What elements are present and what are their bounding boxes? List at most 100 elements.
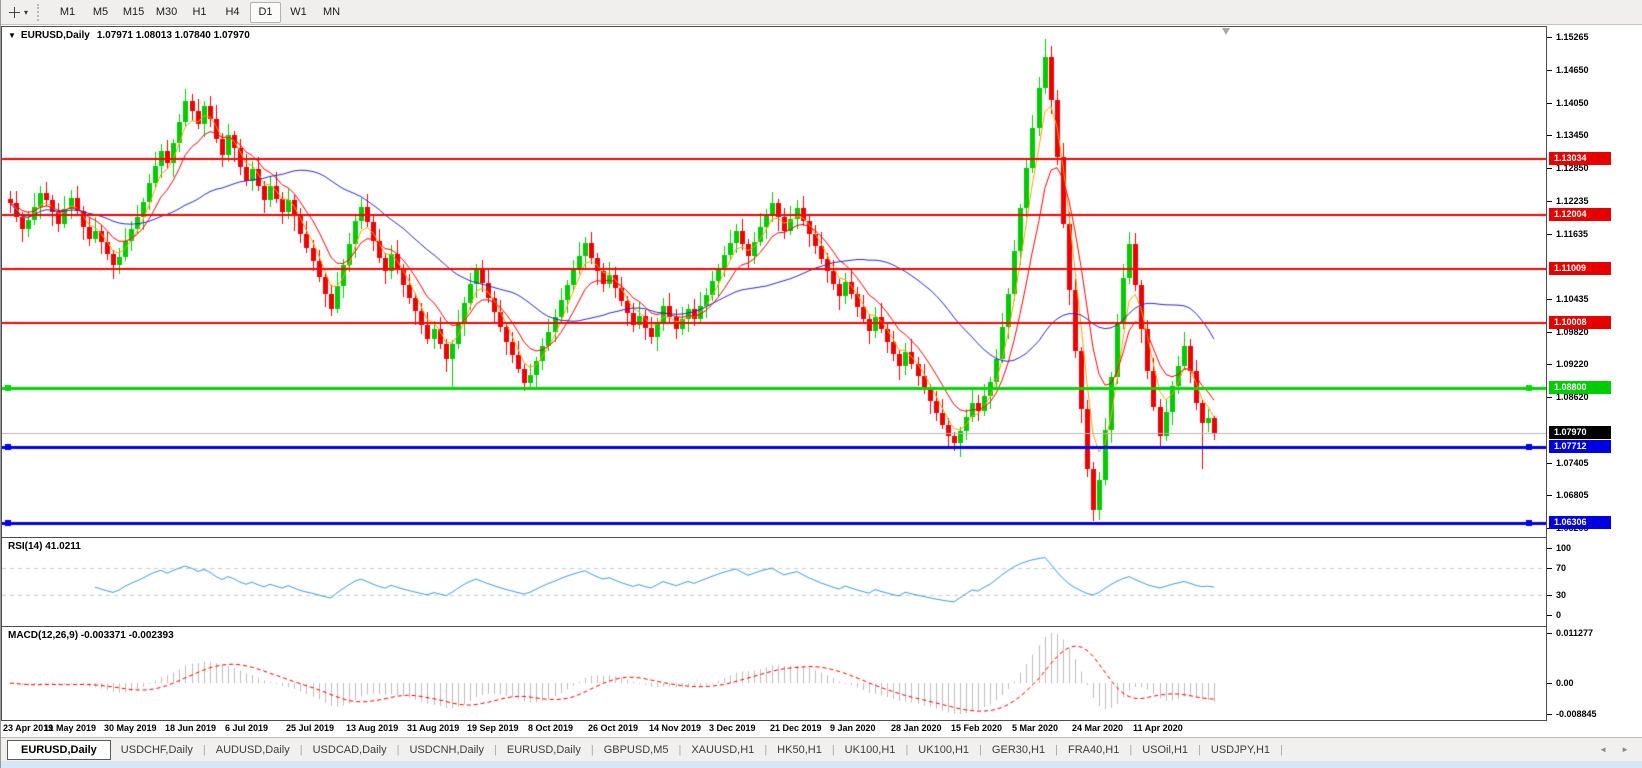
date-label: 6 Jul 2019 <box>225 723 268 733</box>
price-level-badge: 1.07712 <box>1549 440 1611 453</box>
axis-tick-label: 1.13450 <box>1556 130 1589 140</box>
axis-tick-label: 30 <box>1556 590 1566 600</box>
chart-tab-8[interactable]: HK50,H1 <box>767 741 832 759</box>
date-label: 18 Jun 2019 <box>165 723 216 733</box>
axis-tick-label: 0.00 <box>1556 678 1574 688</box>
axis-tick-mark <box>1547 633 1552 634</box>
chart-tab-14[interactable]: USDJPY,H1 <box>1201 741 1280 759</box>
crosshair-tool-button[interactable]: ▾ <box>5 4 31 21</box>
axis-tick-label: 1.15265 <box>1556 32 1589 42</box>
axis-tick-mark <box>1547 548 1552 549</box>
chart-tab-bar: EURUSD,DailyUSDCHF,Daily|AUDUSD,Daily|US… <box>1 737 1642 761</box>
axis-tick-mark <box>1547 299 1552 300</box>
axis-tick-mark <box>1547 234 1552 235</box>
macd-indicator-panel[interactable]: MACD(12,26,9) -0.003371 -0.002393 <box>1 626 1547 721</box>
tabs-scroll-left-icon[interactable]: ◄ <box>1599 745 1607 754</box>
timeframe-buttons: M1M5M15M30H1H4D1W1MN <box>51 0 348 24</box>
chart-tab-7[interactable]: XAUUSD,H1 <box>681 741 764 759</box>
chart-tab-4[interactable]: USDCNH,Daily <box>399 741 494 759</box>
axis-tick-label: 0 <box>1556 610 1561 620</box>
axis-tick-mark <box>1547 37 1552 38</box>
axis-tick-label: 1.11635 <box>1556 229 1588 239</box>
date-label: 24 Mar 2020 <box>1072 723 1123 733</box>
date-label: 13 Aug 2019 <box>346 723 398 733</box>
axis-tick-label: 1.14050 <box>1556 98 1589 108</box>
axis-tick-mark <box>1547 463 1552 464</box>
axis-tick-mark <box>1547 168 1552 169</box>
date-label: 31 Aug 2019 <box>407 723 459 733</box>
chart-tab-6[interactable]: GBPUSD,M5 <box>594 741 679 759</box>
toolbar-caret-icon[interactable]: ▾ <box>24 8 28 17</box>
crosshair-icon <box>8 6 21 19</box>
rsi-label: RSI(14) 41.0211 <box>8 541 81 552</box>
chart-tab-9[interactable]: UK100,H1 <box>835 741 906 759</box>
chart-shift-marker[interactable] <box>1222 28 1230 35</box>
rsi-canvas[interactable] <box>2 538 1546 626</box>
date-axis[interactable]: 23 Apr 201911 May 201930 May 201918 Jun … <box>1 721 1546 737</box>
timeframe-button-w1[interactable]: W1 <box>283 2 314 23</box>
date-label: 3 Dec 2019 <box>709 723 756 733</box>
chart-tab-12[interactable]: FRA40,H1 <box>1058 741 1129 759</box>
chart-tab-1[interactable]: USDCHF,Daily <box>111 741 203 759</box>
date-label: 30 May 2019 <box>104 723 157 733</box>
date-label: 15 Feb 2020 <box>951 723 1002 733</box>
date-label: 28 Jan 2020 <box>891 723 942 733</box>
chart-tab-13[interactable]: USOil,H1 <box>1132 741 1198 759</box>
chart-collapse-icon[interactable]: ▼ <box>8 31 16 40</box>
axis-tick-mark <box>1547 568 1552 569</box>
price-chart-panel[interactable]: ▼ EURUSD,Daily 1.07971 1.08013 1.07840 1… <box>1 26 1547 538</box>
price-level-badge: 1.08800 <box>1549 381 1611 394</box>
timeframe-button-m15[interactable]: M15 <box>118 2 149 23</box>
chart-tab-3[interactable]: USDCAD,Daily <box>303 741 397 759</box>
date-label: 26 Oct 2019 <box>588 723 638 733</box>
tabs-scroll-right-icon[interactable]: ► <box>1621 745 1629 754</box>
macd-canvas[interactable] <box>2 627 1546 720</box>
axis-tick-mark <box>1547 364 1552 365</box>
chart-tab-0[interactable]: EURUSD,Daily <box>7 740 111 760</box>
price-level-badge: 1.11009 <box>1549 262 1611 275</box>
timeframe-button-mn[interactable]: MN <box>316 2 347 23</box>
axis-tick-label: 1.09220 <box>1556 359 1589 369</box>
chart-symbol-label: EURUSD,Daily <box>21 30 90 41</box>
tab-separator: | <box>1280 744 1283 756</box>
axis-tick-mark <box>1547 135 1552 136</box>
date-label: 11 Apr 2020 <box>1133 723 1183 733</box>
price-chart-canvas[interactable] <box>2 27 1546 537</box>
date-label: 14 Nov 2019 <box>649 723 701 733</box>
axis-tick-mark <box>1547 332 1552 333</box>
axis-tick-mark <box>1547 397 1552 398</box>
chart-tab-5[interactable]: EURUSD,Daily <box>497 741 591 759</box>
timeframe-button-h4[interactable]: H4 <box>217 2 248 23</box>
chart-tab-11[interactable]: GER30,H1 <box>982 741 1055 759</box>
timeframe-button-m30[interactable]: M30 <box>151 2 182 23</box>
date-label: 25 Jul 2019 <box>286 723 334 733</box>
timeframe-button-h1[interactable]: H1 <box>184 2 215 23</box>
axis-tick-mark <box>1547 201 1552 202</box>
axis-tick-label: 1.07405 <box>1556 458 1589 468</box>
axis-tick-mark <box>1547 714 1552 715</box>
axis-tick-mark <box>1547 595 1552 596</box>
date-label: 21 Dec 2019 <box>770 723 822 733</box>
axis-tick-mark <box>1547 103 1552 104</box>
date-label: 5 Mar 2020 <box>1012 723 1058 733</box>
price-level-badge: 1.12004 <box>1549 208 1611 221</box>
price-level-badge: 1.06306 <box>1549 516 1611 529</box>
macd-label: MACD(12,26,9) -0.003371 -0.002393 <box>8 630 174 641</box>
date-label: 9 Jan 2020 <box>830 723 876 733</box>
timeframe-button-m1[interactable]: M1 <box>52 2 83 23</box>
price-axis[interactable]: 1.152651.146501.140501.134501.128501.122… <box>1546 26 1642 721</box>
rsi-indicator-panel[interactable]: RSI(14) 41.0211 <box>1 537 1547 627</box>
timeframe-button-d1[interactable]: D1 <box>250 2 281 23</box>
axis-tick-label: 0.011277 <box>1556 628 1593 638</box>
date-label: 19 Sep 2019 <box>467 723 519 733</box>
axis-tick-mark <box>1547 70 1552 71</box>
axis-tick-label: 1.12235 <box>1556 196 1589 206</box>
timeframe-button-m5[interactable]: M5 <box>85 2 116 23</box>
timeframe-toolbar: ▾ M1M5M15M30H1H4D1W1MN <box>1 0 1642 25</box>
toolbar-grip <box>37 4 44 21</box>
date-label: 8 Oct 2019 <box>528 723 573 733</box>
status-strip <box>1 761 1642 768</box>
axis-tick-label: 1.10435 <box>1556 294 1589 304</box>
chart-tab-10[interactable]: UK100,H1 <box>908 741 979 759</box>
chart-tab-2[interactable]: AUDUSD,Daily <box>206 741 300 759</box>
